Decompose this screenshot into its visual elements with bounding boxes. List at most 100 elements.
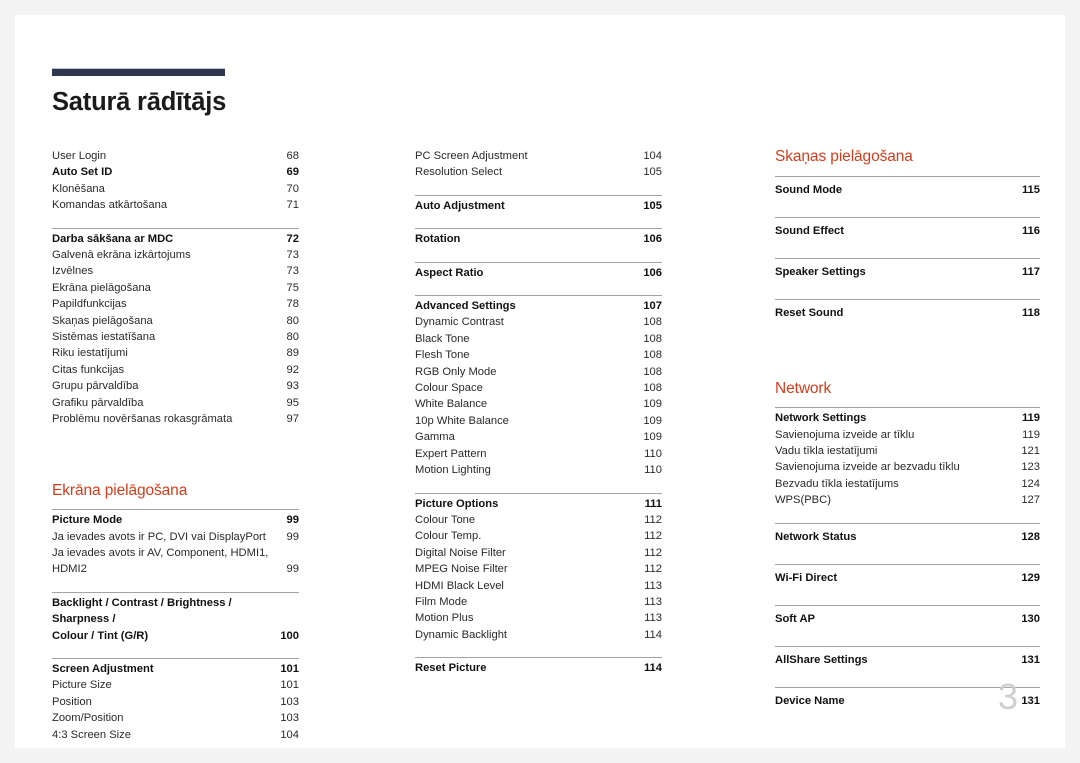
toc-entry[interactable]: Colour Space 108 — [415, 380, 662, 396]
toc-entry-page: 116 — [1021, 224, 1040, 237]
toc-entry-page: 99 — [286, 530, 299, 543]
toc-entry[interactable]: Aspect Ratio 106 — [415, 265, 662, 281]
toc-entry[interactable]: Grafiku pārvaldība 95 — [52, 395, 299, 411]
toc-entry-label: Sound Mode — [775, 183, 843, 196]
toc-group: Soft AP 130 — [775, 604, 1040, 632]
toc-entry-page: 127 — [1021, 494, 1040, 507]
toc-entry[interactable]: Sound Mode 115 — [775, 179, 1040, 203]
toc-entry[interactable]: Ekrāna pielāgošana 75 — [52, 280, 299, 296]
toc-entry[interactable]: 4:3 Screen Size 104 — [52, 727, 299, 743]
toc-entry[interactable]: Sound Effect 116 — [775, 220, 1040, 244]
toc-entry[interactable]: Vadu tīkla iestatījumi 121 — [775, 443, 1040, 459]
toc-entry[interactable]: Picture Mode 99 — [52, 512, 299, 528]
toc-entry[interactable]: Galvenā ekrāna izkārtojums 73 — [52, 247, 299, 263]
toc-entry[interactable]: Motion Plus 113 — [415, 610, 662, 626]
toc-entry[interactable]: Expert Pattern 110 — [415, 446, 662, 462]
toc-entry[interactable]: HDMI Black Level 113 — [415, 578, 662, 594]
toc-entry-label: Sound Effect — [775, 224, 844, 237]
toc-entry[interactable]: AllShare Settings 131 — [775, 649, 1040, 673]
toc-entry[interactable]: WPS(PBC) 127 — [775, 492, 1040, 508]
toc-entry[interactable]: Picture Options 111 — [415, 496, 662, 512]
toc-entry[interactable]: PC Screen Adjustment 104 — [415, 148, 662, 164]
toc-entry[interactable]: Zoom/Position 103 — [52, 710, 299, 726]
toc-entry-page: 93 — [286, 380, 299, 393]
toc-entry[interactable]: Network Settings 119 — [775, 410, 1040, 426]
toc-entry[interactable]: Auto Set ID 69 — [52, 164, 299, 180]
toc-entry[interactable]: Riku iestatījumi 89 — [52, 345, 299, 361]
toc-entry[interactable]: Ja ievades avots ir PC, DVI vai DisplayP… — [52, 529, 299, 545]
toc-entry[interactable]: Skaņas pielāgošana 80 — [52, 313, 299, 329]
toc-entry[interactable]: Problēmu novēršanas rokasgrāmata 97 — [52, 411, 299, 427]
toc-entry-page: 113 — [644, 595, 662, 608]
toc-entry-label: Sistēmas iestatīšana — [52, 331, 156, 344]
toc-entry[interactable]: Backlight / Contrast / Brightness / Shar… — [52, 595, 299, 644]
toc-entry-page: 112 — [644, 546, 662, 559]
toc-entry[interactable]: Flesh Tone 108 — [415, 347, 662, 363]
toc-entry[interactable]: Digital Noise Filter 112 — [415, 545, 662, 561]
toc-entry-label: Digital Noise Filter — [415, 546, 506, 559]
toc-entry[interactable]: Advanced Settings 107 — [415, 298, 662, 314]
toc-entry[interactable]: Reset Sound 118 — [775, 302, 1040, 326]
toc-entry[interactable]: Colour Temp. 112 — [415, 528, 662, 544]
toc-entry-label: Gamma — [415, 431, 455, 444]
toc-group: PC Screen Adjustment 104 Resolution Select… — [415, 148, 662, 181]
toc-entry[interactable]: MPEG Noise Filter 112 — [415, 561, 662, 577]
toc-entry-label: Wi-Fi Direct — [775, 571, 838, 584]
toc-entry-label: WPS(PBC) — [775, 494, 831, 507]
toc-entry-label: Problēmu novēršanas rokasgrāmata — [52, 413, 233, 426]
toc-entry[interactable]: Colour Tone 112 — [415, 512, 662, 528]
toc-entry-page: 110 — [644, 464, 662, 477]
toc-entry[interactable]: User Login 68 — [52, 148, 299, 164]
toc-entry-page: 128 — [1021, 530, 1040, 543]
toc-entry[interactable]: Ja ievades avots ir AV, Component, HDMI1… — [52, 545, 299, 578]
toc-entry[interactable]: RGB Only Mode 108 — [415, 364, 662, 380]
toc-group: Advanced Settings 107 Dynamic Contrast 108 B… — [415, 295, 662, 478]
toc-entry[interactable]: Picture Size 101 — [52, 677, 299, 693]
toc-entry[interactable]: Network Status 128 — [775, 526, 1040, 550]
toc-entry[interactable]: Dynamic Backlight 114 — [415, 627, 662, 643]
toc-entry[interactable]: Wi-Fi Direct 129 — [775, 567, 1040, 591]
toc-entry[interactable]: Screen Adjustment 101 — [52, 661, 299, 677]
toc-entry-label: Colour Temp. — [415, 530, 482, 543]
toc-entry-page: 123 — [1021, 461, 1040, 474]
toc-entry[interactable]: Rotation 106 — [415, 231, 662, 247]
toc-entry[interactable]: Resolution Select 105 — [415, 164, 662, 180]
toc-entry[interactable]: Savienojuma izveide ar bezvadu tīklu 123 — [775, 459, 1040, 475]
toc-entry[interactable]: Papildfunkcijas 78 — [52, 296, 299, 312]
toc-entry[interactable]: White Balance 109 — [415, 396, 662, 412]
toc-entry[interactable]: Motion Lighting 110 — [415, 462, 662, 478]
toc-entry[interactable]: Position 103 — [52, 694, 299, 710]
toc-entry[interactable]: Citas funkcijas 92 — [52, 362, 299, 378]
toc-entry-label: Reset Picture — [415, 662, 487, 675]
toc-entry[interactable]: Auto Adjustment 105 — [415, 198, 662, 214]
toc-entry[interactable]: Bezvadu tīkla iestatījums 124 — [775, 476, 1040, 492]
toc-entry[interactable]: Film Mode 113 — [415, 594, 662, 610]
toc-entry-label: PC Screen Adjustment — [415, 150, 528, 162]
toc-entry[interactable]: Sistēmas iestatīšana 80 — [52, 329, 299, 345]
toc-entry[interactable]: Soft AP 130 — [775, 608, 1040, 632]
toc-entry[interactable]: Izvēlnes 73 — [52, 263, 299, 279]
toc-entry[interactable]: Darba sākšana ar MDC 72 — [52, 231, 299, 247]
toc-entry[interactable]: Reset Picture 114 — [415, 660, 662, 676]
toc-entry[interactable]: Speaker Settings 117 — [775, 261, 1040, 285]
toc-entry[interactable]: Savienojuma izveide ar tīklu 119 — [775, 427, 1040, 443]
toc-entry[interactable]: Grupu pārvaldība 93 — [52, 378, 299, 394]
toc-entry[interactable]: Klonēšana 70 — [52, 181, 299, 197]
toc-entry[interactable]: 10p White Balance 109 — [415, 413, 662, 429]
toc-entry-label: Colour Tone — [415, 513, 476, 526]
toc-entry[interactable]: Dynamic Contrast 108 — [415, 314, 662, 330]
toc-entry-page: 101 — [280, 679, 299, 692]
section-heading: Skaņas pielāgošana — [775, 148, 913, 165]
toc-group: AllShare Settings 131 — [775, 645, 1040, 673]
toc-entry[interactable]: Komandas atkārtošana 71 — [52, 197, 299, 213]
title-accent-rule — [52, 68, 225, 76]
toc-entry[interactable]: Gamma 109 — [415, 429, 662, 445]
toc-entry[interactable]: Black Tone 108 — [415, 331, 662, 347]
toc-entry-page: 97 — [286, 413, 299, 426]
toc-entry-label: Network Status — [775, 530, 857, 543]
toc-entry-label: Bezvadu tīkla iestatījums — [775, 477, 899, 490]
